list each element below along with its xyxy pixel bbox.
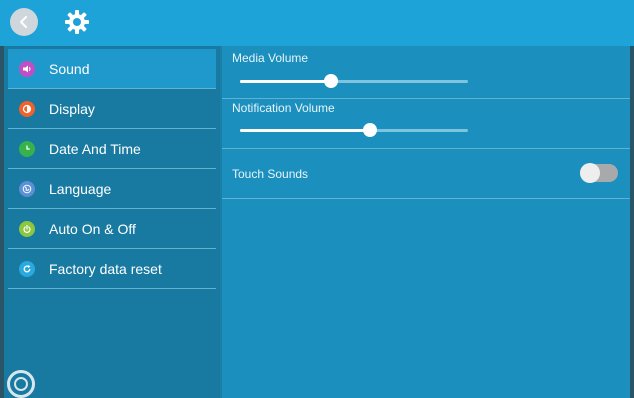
divider (8, 288, 216, 289)
sidebar-item-sound[interactable]: Sound (8, 49, 216, 89)
toggle-knob (580, 163, 600, 183)
refresh-icon (19, 261, 35, 277)
sidebar-item-factory-data-reset[interactable]: Factory data reset (8, 249, 216, 289)
sidebar-item-language[interactable]: Language (8, 169, 216, 209)
sidebar-item-label: Factory data reset (49, 261, 162, 277)
display-icon (19, 101, 35, 117)
sidebar-item-label: Sound (49, 61, 90, 77)
notification-volume-thumb[interactable] (362, 123, 377, 137)
sound-settings-panel: Media Volume Notification Volume Touch S… (222, 46, 630, 398)
globe-icon (19, 181, 35, 197)
divider (222, 148, 630, 149)
notification-volume-fill (240, 129, 370, 132)
back-button[interactable] (10, 8, 38, 36)
touch-sounds-label: Touch Sounds (232, 167, 309, 181)
divider (222, 98, 630, 99)
divider (222, 198, 630, 199)
notification-volume-label: Notification Volume (232, 101, 335, 115)
top-bar (0, 0, 634, 46)
clock-icon (19, 141, 35, 157)
chevron-left-icon (20, 16, 27, 28)
right-border (630, 46, 634, 398)
gear-icon[interactable] (64, 9, 90, 35)
sidebar-item-label: Date And Time (49, 141, 141, 157)
settings-sidebar: Sound Display Date And Time Language Aut… (0, 46, 220, 398)
sidebar-item-display[interactable]: Display (8, 89, 216, 129)
speaker-icon (19, 61, 35, 77)
sidebar-item-label: Auto On & Off (49, 221, 136, 237)
sidebar-item-auto-on-off[interactable]: Auto On & Off (8, 209, 216, 249)
media-volume-fill (240, 80, 332, 83)
media-volume-slider[interactable] (240, 74, 468, 88)
power-icon (19, 221, 35, 237)
media-volume-label: Media Volume (232, 51, 309, 65)
home-circle-icon[interactable] (7, 370, 35, 398)
touch-sounds-toggle[interactable] (580, 163, 618, 183)
sidebar-item-label: Display (49, 101, 95, 117)
media-volume-thumb[interactable] (324, 74, 339, 88)
sidebar-item-label: Language (49, 181, 112, 197)
sidebar-item-date-and-time[interactable]: Date And Time (8, 129, 216, 169)
notification-volume-slider[interactable] (240, 123, 468, 137)
